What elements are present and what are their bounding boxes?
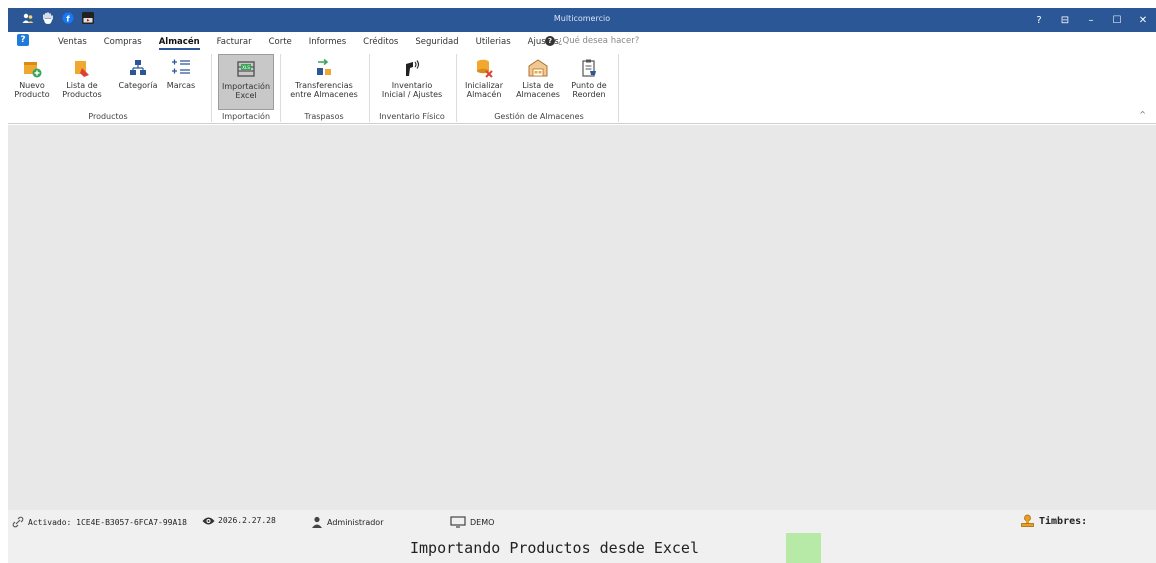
- inicializar-almacen-label: Inicializar Almacén: [464, 81, 503, 99]
- activation-code: Activado: 1CE4E-B3057-6FCA7-99A18: [28, 517, 187, 527]
- transferencias-button[interactable]: Transferencias entre Almacenes: [284, 54, 364, 110]
- warehouse-icon: [528, 59, 548, 77]
- clipboard-cart-icon: [582, 59, 596, 77]
- link-icon: [12, 516, 24, 528]
- lista-productos-label: Lista de Productos: [62, 81, 102, 99]
- category-icon: [130, 60, 146, 75]
- transferencias-label: Transferencias entre Almacenes: [290, 81, 358, 99]
- progress-indicator: [786, 533, 821, 563]
- main-workspace: [8, 125, 1156, 510]
- product-list-icon: [75, 61, 89, 77]
- stamp-icon: [1021, 514, 1034, 527]
- lista-almacenes-label: Lista de Almacenes: [516, 81, 560, 99]
- group-label-inventario: Inventario Físico: [379, 112, 445, 121]
- barcode-scanner-icon: [406, 60, 420, 76]
- transfer-icon: [317, 58, 331, 75]
- window-title: Multicomercio: [553, 14, 611, 23]
- svg-text:XLS: XLS: [242, 65, 250, 70]
- importacion-excel-button[interactable]: XLS Importación Excel: [218, 54, 274, 110]
- visibility-toggle[interactable]: [202, 516, 215, 526]
- tab-ventas[interactable]: Ventas: [58, 37, 87, 50]
- ribbon-tabs: Ventas Compras Almacén Facturar Corte In…: [58, 37, 576, 50]
- window-controls: ? ⊟ – ☐ ✕: [1026, 8, 1156, 32]
- tab-corte[interactable]: Corte: [269, 37, 292, 50]
- group-label-importacion: Importación: [221, 112, 271, 121]
- eye-icon: [202, 517, 215, 525]
- inventario-inicial-label: Inventario Inicial / Ajustes: [381, 81, 443, 99]
- minimize-button[interactable]: –: [1078, 8, 1104, 32]
- marcas-label: Marcas: [166, 81, 196, 90]
- close-button[interactable]: ✕: [1130, 8, 1156, 32]
- question-icon: ?: [545, 36, 555, 46]
- timbres-label: Timbres:: [1039, 515, 1088, 527]
- mode-label: DEMO: [470, 517, 495, 527]
- group-label-traspasos: Traspasos: [304, 112, 344, 121]
- current-user: Administrador: [311, 516, 383, 528]
- tab-almacen[interactable]: Almacén: [158, 37, 200, 50]
- tab-compras[interactable]: Compras: [104, 37, 142, 50]
- inicializar-almacen-button[interactable]: Inicializar Almacén: [462, 54, 506, 110]
- lista-productos-button[interactable]: Lista de Productos: [56, 54, 108, 110]
- group-separator: [211, 54, 212, 122]
- status-bar: Activado: 1CE4E-B3057-6FCA7-99A18 2026.2…: [8, 510, 1156, 533]
- nuevo-producto-button[interactable]: Nuevo Producto: [12, 54, 52, 110]
- monitor-icon: [450, 516, 466, 528]
- punto-reorden-button[interactable]: Punto de Reorden: [566, 54, 612, 110]
- version-info: 2026.2.27.28: [218, 516, 276, 525]
- title-bar: f Multicomercio ? ⊟ – ☐ ✕: [8, 8, 1156, 32]
- importacion-excel-label: Importación Excel: [221, 82, 271, 100]
- tab-utilerias[interactable]: Utilerias: [476, 37, 511, 50]
- tab-creditos[interactable]: Créditos: [363, 37, 398, 50]
- search-placeholder: ¿Qué desea hacer?: [558, 36, 640, 46]
- ribbon-panel: Nuevo Producto Lista de Productos Catego…: [8, 52, 1156, 124]
- help-icon[interactable]: ?: [17, 34, 29, 46]
- progress-message: Importando Productos desde Excel: [410, 539, 699, 557]
- restore-layout-button[interactable]: ⊟: [1052, 8, 1078, 32]
- group-label-productos: Productos: [88, 112, 128, 121]
- lista-almacenes-button[interactable]: Lista de Almacenes: [514, 54, 562, 110]
- inventario-inicial-button[interactable]: Inventario Inicial / Ajustes: [372, 54, 452, 110]
- terminal-mode: DEMO: [450, 516, 494, 528]
- user-name: Administrador: [327, 517, 384, 527]
- new-product-icon: [24, 62, 42, 78]
- progress-strip: Importando Productos desde Excel: [8, 533, 1156, 563]
- marcas-button[interactable]: Marcas: [164, 54, 198, 110]
- user-icon: [312, 516, 322, 528]
- help-button[interactable]: ?: [1026, 8, 1052, 32]
- punto-reorden-label: Punto de Reorden: [571, 81, 607, 99]
- database-delete-icon: [477, 59, 493, 78]
- collapse-ribbon-icon[interactable]: ^: [1139, 110, 1146, 119]
- timbres-status: Timbres:: [1020, 514, 1087, 528]
- activation-status: Activado: 1CE4E-B3057-6FCA7-99A18: [12, 516, 187, 528]
- group-separator: [280, 54, 281, 122]
- version-number: 2026.2.27.28: [218, 516, 276, 525]
- tell-me-search[interactable]: ? ¿Qué desea hacer?: [545, 36, 639, 46]
- categoria-label: Categoría: [118, 81, 158, 90]
- group-separator: [456, 54, 457, 122]
- tab-seguridad[interactable]: Seguridad: [415, 37, 458, 50]
- maximize-button[interactable]: ☐: [1104, 8, 1130, 32]
- brands-icon: [172, 59, 190, 74]
- excel-import-icon: XLS: [237, 61, 255, 77]
- group-label-gestion: Gestión de Almacenes: [494, 112, 584, 121]
- tab-facturar[interactable]: Facturar: [217, 37, 252, 50]
- tab-informes[interactable]: Informes: [309, 37, 346, 50]
- nuevo-producto-label: Nuevo Producto: [14, 81, 50, 99]
- group-separator: [618, 54, 619, 122]
- ribbon-tab-bar: ? Ventas Compras Almacén Facturar Corte …: [8, 32, 1156, 52]
- categoria-button[interactable]: Categoría: [114, 54, 162, 110]
